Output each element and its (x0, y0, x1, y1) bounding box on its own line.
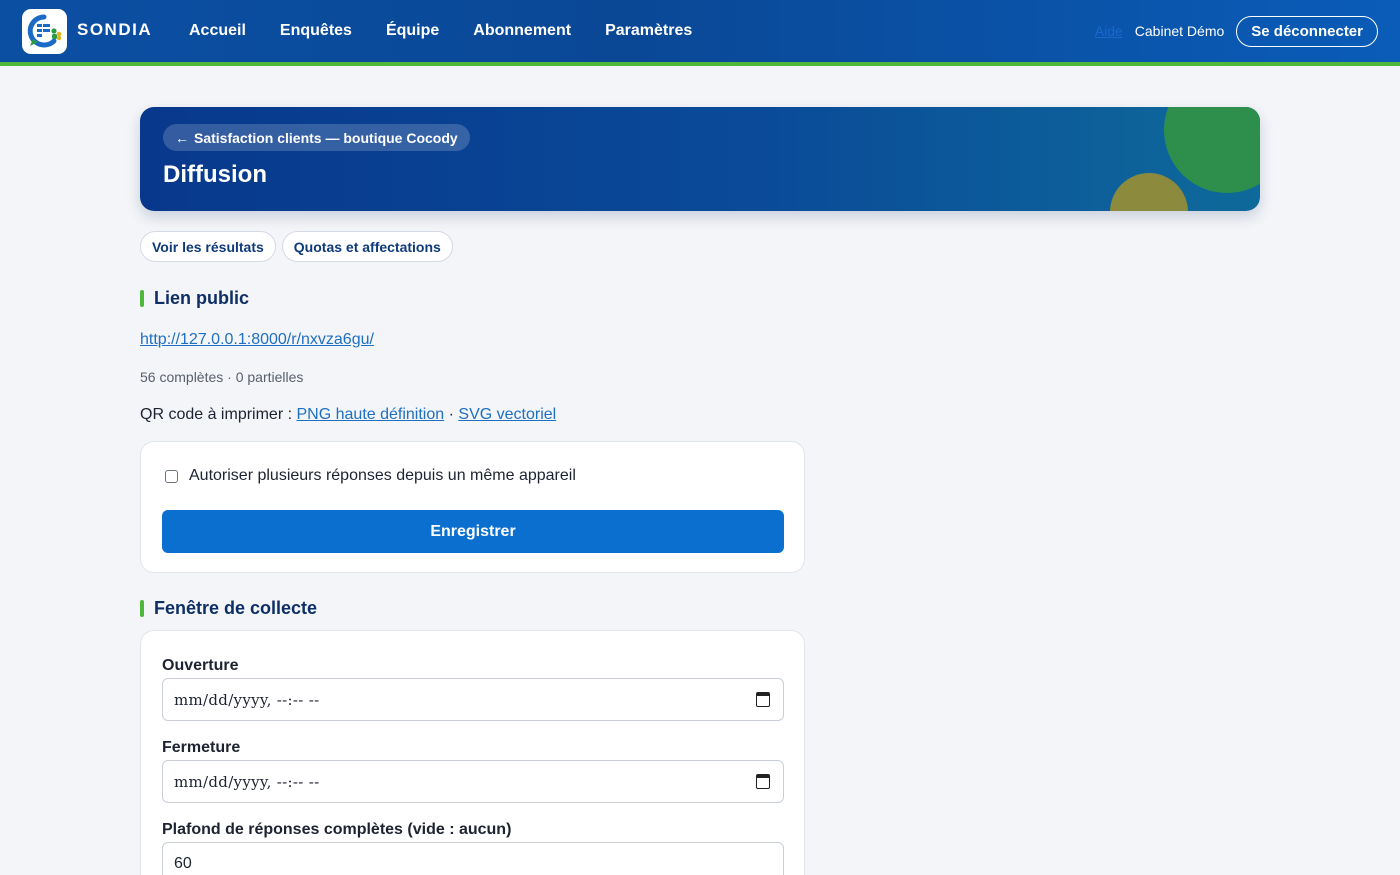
nav-user-area: Aide Cabinet Démo Se déconnecter (1095, 0, 1378, 62)
decorative-circle-gold (1110, 173, 1188, 211)
main-nav: Accueil Enquêtes Équipe Abonnement Param… (172, 0, 709, 62)
save-button[interactable]: Enregistrer (162, 510, 784, 553)
response-counts: 56 complètes · 0 partielles (140, 369, 304, 385)
collection-window-card: Ouverture mm/dd/yyyy, --:-- -- Fermeture… (140, 630, 805, 875)
logout-button[interactable]: Se déconnecter (1236, 15, 1378, 47)
survey-subnav: Voir les résultats Quotas et affectation… (140, 231, 453, 262)
view-results-button[interactable]: Voir les résultats (140, 231, 276, 262)
decorative-circle-green (1164, 107, 1260, 193)
cap-label: Plafond de réponses complètes (vide : au… (162, 821, 512, 838)
closing-label: Fermeture (162, 739, 241, 756)
qr-code-downloads: QR code à imprimer : PNG haute définitio… (140, 406, 556, 424)
opening-label: Ouverture (162, 657, 239, 674)
calendar-icon[interactable] (756, 774, 770, 789)
nav-item-abonnement[interactable]: Abonnement (456, 22, 588, 40)
back-to-survey-link[interactable]: ← Satisfaction clients — boutique Cocody (163, 124, 470, 151)
qr-label: QR code à imprimer : (140, 406, 293, 423)
nav-item-enquetes[interactable]: Enquêtes (263, 22, 369, 40)
organization-name: Cabinet Démo (1134, 23, 1225, 39)
public-survey-url[interactable]: http://127.0.0.1:8000/r/nxvza6gu/ (140, 331, 374, 349)
page-header-banner: ← Satisfaction clients — boutique Cocody… (140, 107, 1260, 211)
settings-card: Autoriser plusieurs réponses depuis un m… (140, 441, 805, 573)
sondia-logo[interactable] (22, 9, 67, 54)
help-link[interactable]: Aide (1095, 23, 1123, 39)
allow-multiple-responses-option[interactable]: Autoriser plusieurs réponses depuis un m… (165, 467, 576, 485)
calendar-icon[interactable] (756, 692, 770, 707)
arrow-left-icon: ← (175, 129, 189, 146)
qr-separator: · (448, 406, 454, 423)
brand-name[interactable]: SONDIA (77, 20, 152, 40)
section-title-collection-window: Fenêtre de collecte (140, 598, 317, 619)
top-navbar: SONDIA Accueil Enquêtes Équipe Abonnemen… (0, 0, 1400, 66)
nav-item-parametres[interactable]: Paramètres (588, 22, 709, 40)
closing-datetime-input[interactable]: mm/dd/yyyy, --:-- -- (162, 760, 784, 803)
logo-icon (27, 14, 62, 48)
back-link-label: Satisfaction clients — boutique Cocody (194, 129, 458, 146)
nav-item-equipe[interactable]: Équipe (369, 22, 456, 40)
qr-png-link[interactable]: PNG haute définition (297, 406, 445, 423)
response-cap-value: 60 (174, 854, 192, 872)
qr-svg-link[interactable]: SVG vectoriel (458, 406, 556, 423)
section-title-public-link: Lien public (140, 288, 249, 309)
opening-placeholder: mm/dd/yyyy, --:-- -- (174, 690, 320, 709)
allow-multiple-label: Autoriser plusieurs réponses depuis un m… (189, 467, 576, 484)
nav-item-accueil[interactable]: Accueil (172, 22, 263, 40)
closing-placeholder: mm/dd/yyyy, --:-- -- (174, 772, 320, 791)
quotas-button[interactable]: Quotas et affectations (281, 231, 453, 262)
response-cap-input[interactable]: 60 (162, 842, 784, 875)
opening-datetime-input[interactable]: mm/dd/yyyy, --:-- -- (162, 678, 784, 721)
allow-multiple-checkbox[interactable] (165, 469, 178, 483)
page-title: Diffusion (163, 161, 267, 188)
